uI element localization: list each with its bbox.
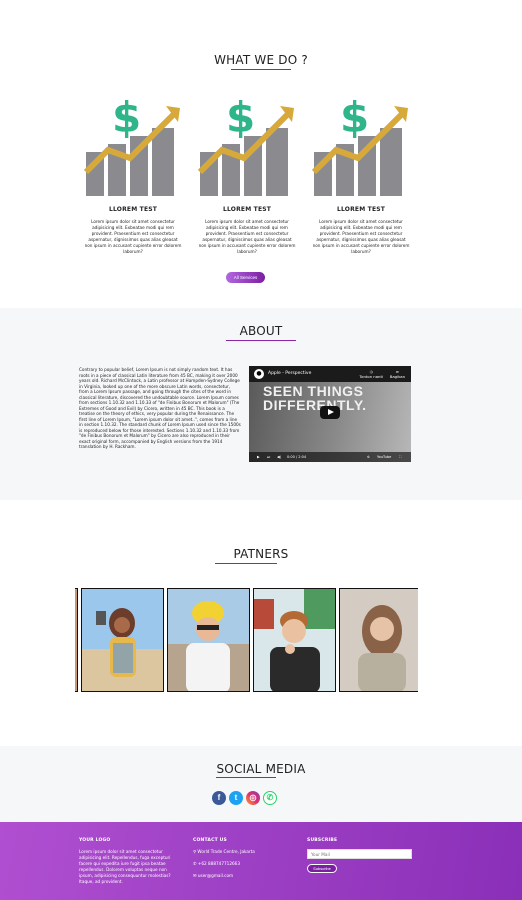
- instagram-icon[interactable]: ◎: [246, 791, 260, 805]
- partner-photo[interactable]: [339, 588, 418, 692]
- settings-icon[interactable]: ✲: [367, 455, 370, 459]
- watch-later-label: Tonton nanti: [359, 374, 383, 379]
- footer-logo-heading: YOUR LOGO: [79, 838, 111, 843]
- what-we-do-title: WHAT WE DO ?: [214, 53, 308, 67]
- card-text: Lorem ipsum dolor sit amet consectetur a…: [198, 219, 296, 254]
- watch-later-button[interactable]: ◷ Tonton nanti: [359, 369, 383, 379]
- partner-carousel[interactable]: [75, 588, 418, 692]
- footer-subscribe-column: SUBSCRIBE Subscribe: [307, 838, 417, 873]
- title-underline: [216, 777, 276, 778]
- whatsapp-icon[interactable]: ✆: [263, 791, 277, 805]
- video-title[interactable]: Apple - Perspective: [268, 371, 311, 376]
- apple-logo-icon: ●: [254, 369, 264, 379]
- footer-logo-column: YOUR LOGO Lorem ipsum dolor sit amet con…: [79, 838, 179, 885]
- partner-photo[interactable]: [167, 588, 250, 692]
- phone-line: ✆ +62 888747712663: [193, 861, 293, 867]
- partners-section: PATNERS: [0, 500, 522, 746]
- footer-logo-text: Lorem ipsum dolor sit amet consectetur a…: [79, 849, 171, 884]
- fullscreen-icon[interactable]: ⛶: [399, 455, 401, 459]
- service-cards: $ LLOREM TEST Lorem ipsum dolor sit amet…: [82, 92, 412, 255]
- volume-icon[interactable]: ◀): [277, 455, 281, 459]
- partner-photo[interactable]: [75, 588, 78, 692]
- mail-icon: ✉: [193, 873, 197, 878]
- service-card: $ LLOREM TEST Lorem ipsum dolor sit amet…: [82, 92, 184, 255]
- twitter-icon[interactable]: t: [229, 791, 243, 805]
- social-media-section: SOCIAL MEDIA f t ◎ ✆: [0, 746, 522, 822]
- video-player[interactable]: ● Apple - Perspective ◷ Tonton nanti ➦ B…: [249, 366, 411, 462]
- svg-text:$: $: [340, 93, 369, 142]
- location-icon: ⚲: [193, 849, 197, 854]
- service-card: $ LLOREM TEST Lorem ipsum dolor sit amet…: [310, 92, 412, 255]
- share-button[interactable]: ➦ Bagikan: [390, 369, 405, 379]
- share-label: Bagikan: [389, 374, 405, 379]
- card-title: LLOREM TEST: [336, 206, 386, 213]
- service-card: $ LLOREM TEST Lorem ipsum dolor sit amet…: [196, 92, 298, 255]
- title-underline: [231, 69, 291, 70]
- footer-contact-column: CONTACT US ⚲ World Trade Centre, Jakarta…: [193, 838, 293, 885]
- growth-chart-image: $: [310, 92, 412, 196]
- facebook-icon[interactable]: f: [212, 791, 226, 805]
- footer-subscribe-heading: SUBSCRIBE: [307, 838, 338, 843]
- social-media-title: SOCIAL MEDIA: [216, 762, 306, 776]
- subscribe-email-input[interactable]: [307, 849, 412, 859]
- card-text: Lorem ipsum dolor sit amet consectetur a…: [84, 219, 182, 254]
- title-underline: [215, 563, 277, 564]
- card-title: LLOREM TEST: [108, 206, 158, 213]
- partner-photo[interactable]: [253, 588, 336, 692]
- title-underline: [226, 340, 296, 341]
- growth-chart-image: $: [196, 92, 298, 196]
- partner-photo[interactable]: [81, 588, 164, 692]
- email-line: ✉ user@gmail.com: [193, 873, 293, 879]
- email-text: user@gmail.com: [197, 873, 234, 878]
- about-title: ABOUT: [239, 324, 283, 338]
- subscribe-button[interactable]: Subscribe: [307, 864, 337, 873]
- video-time: 0:00 / 2:04: [287, 455, 307, 459]
- play-icon[interactable]: ▶: [257, 455, 260, 459]
- address-text: World Trade Centre, Jakarta: [197, 849, 255, 854]
- all-services-button[interactable]: All Services: [226, 272, 265, 283]
- youtube-brand[interactable]: YouTube: [377, 455, 391, 459]
- svg-text:$: $: [226, 93, 255, 142]
- card-text: Lorem ipsum dolor sit amet consectetur a…: [312, 219, 410, 254]
- social-icons: f t ◎ ✆: [212, 791, 277, 805]
- video-top-bar: ● Apple - Perspective ◷ Tonton nanti ➦ B…: [249, 366, 411, 382]
- what-we-do-section: WHAT WE DO ? $ LLOREM TEST Lorem ipsum d…: [0, 0, 522, 308]
- about-section: ABOUT Contrary to popular belief, Lorem …: [0, 308, 522, 500]
- phone-icon: ✆: [193, 861, 197, 866]
- footer-contact-heading: CONTACT US: [193, 838, 227, 843]
- svg-text:$: $: [112, 93, 141, 142]
- address-line: ⚲ World Trade Centre, Jakarta: [193, 849, 293, 855]
- video-controls: ▶ ⏭ ◀) 0:00 / 2:04 ✲ YouTube ⛶: [249, 452, 411, 462]
- about-text: Contrary to popular belief, Lorem Ipsum …: [79, 367, 241, 449]
- next-icon[interactable]: ⏭: [267, 455, 270, 459]
- card-title: LLOREM TEST: [222, 206, 272, 213]
- growth-chart-image: $: [82, 92, 184, 196]
- partners-title: PATNERS: [233, 547, 289, 561]
- footer: YOUR LOGO Lorem ipsum dolor sit amet con…: [0, 822, 522, 900]
- play-button[interactable]: [320, 406, 340, 419]
- phone-text: +62 888747712663: [197, 861, 240, 866]
